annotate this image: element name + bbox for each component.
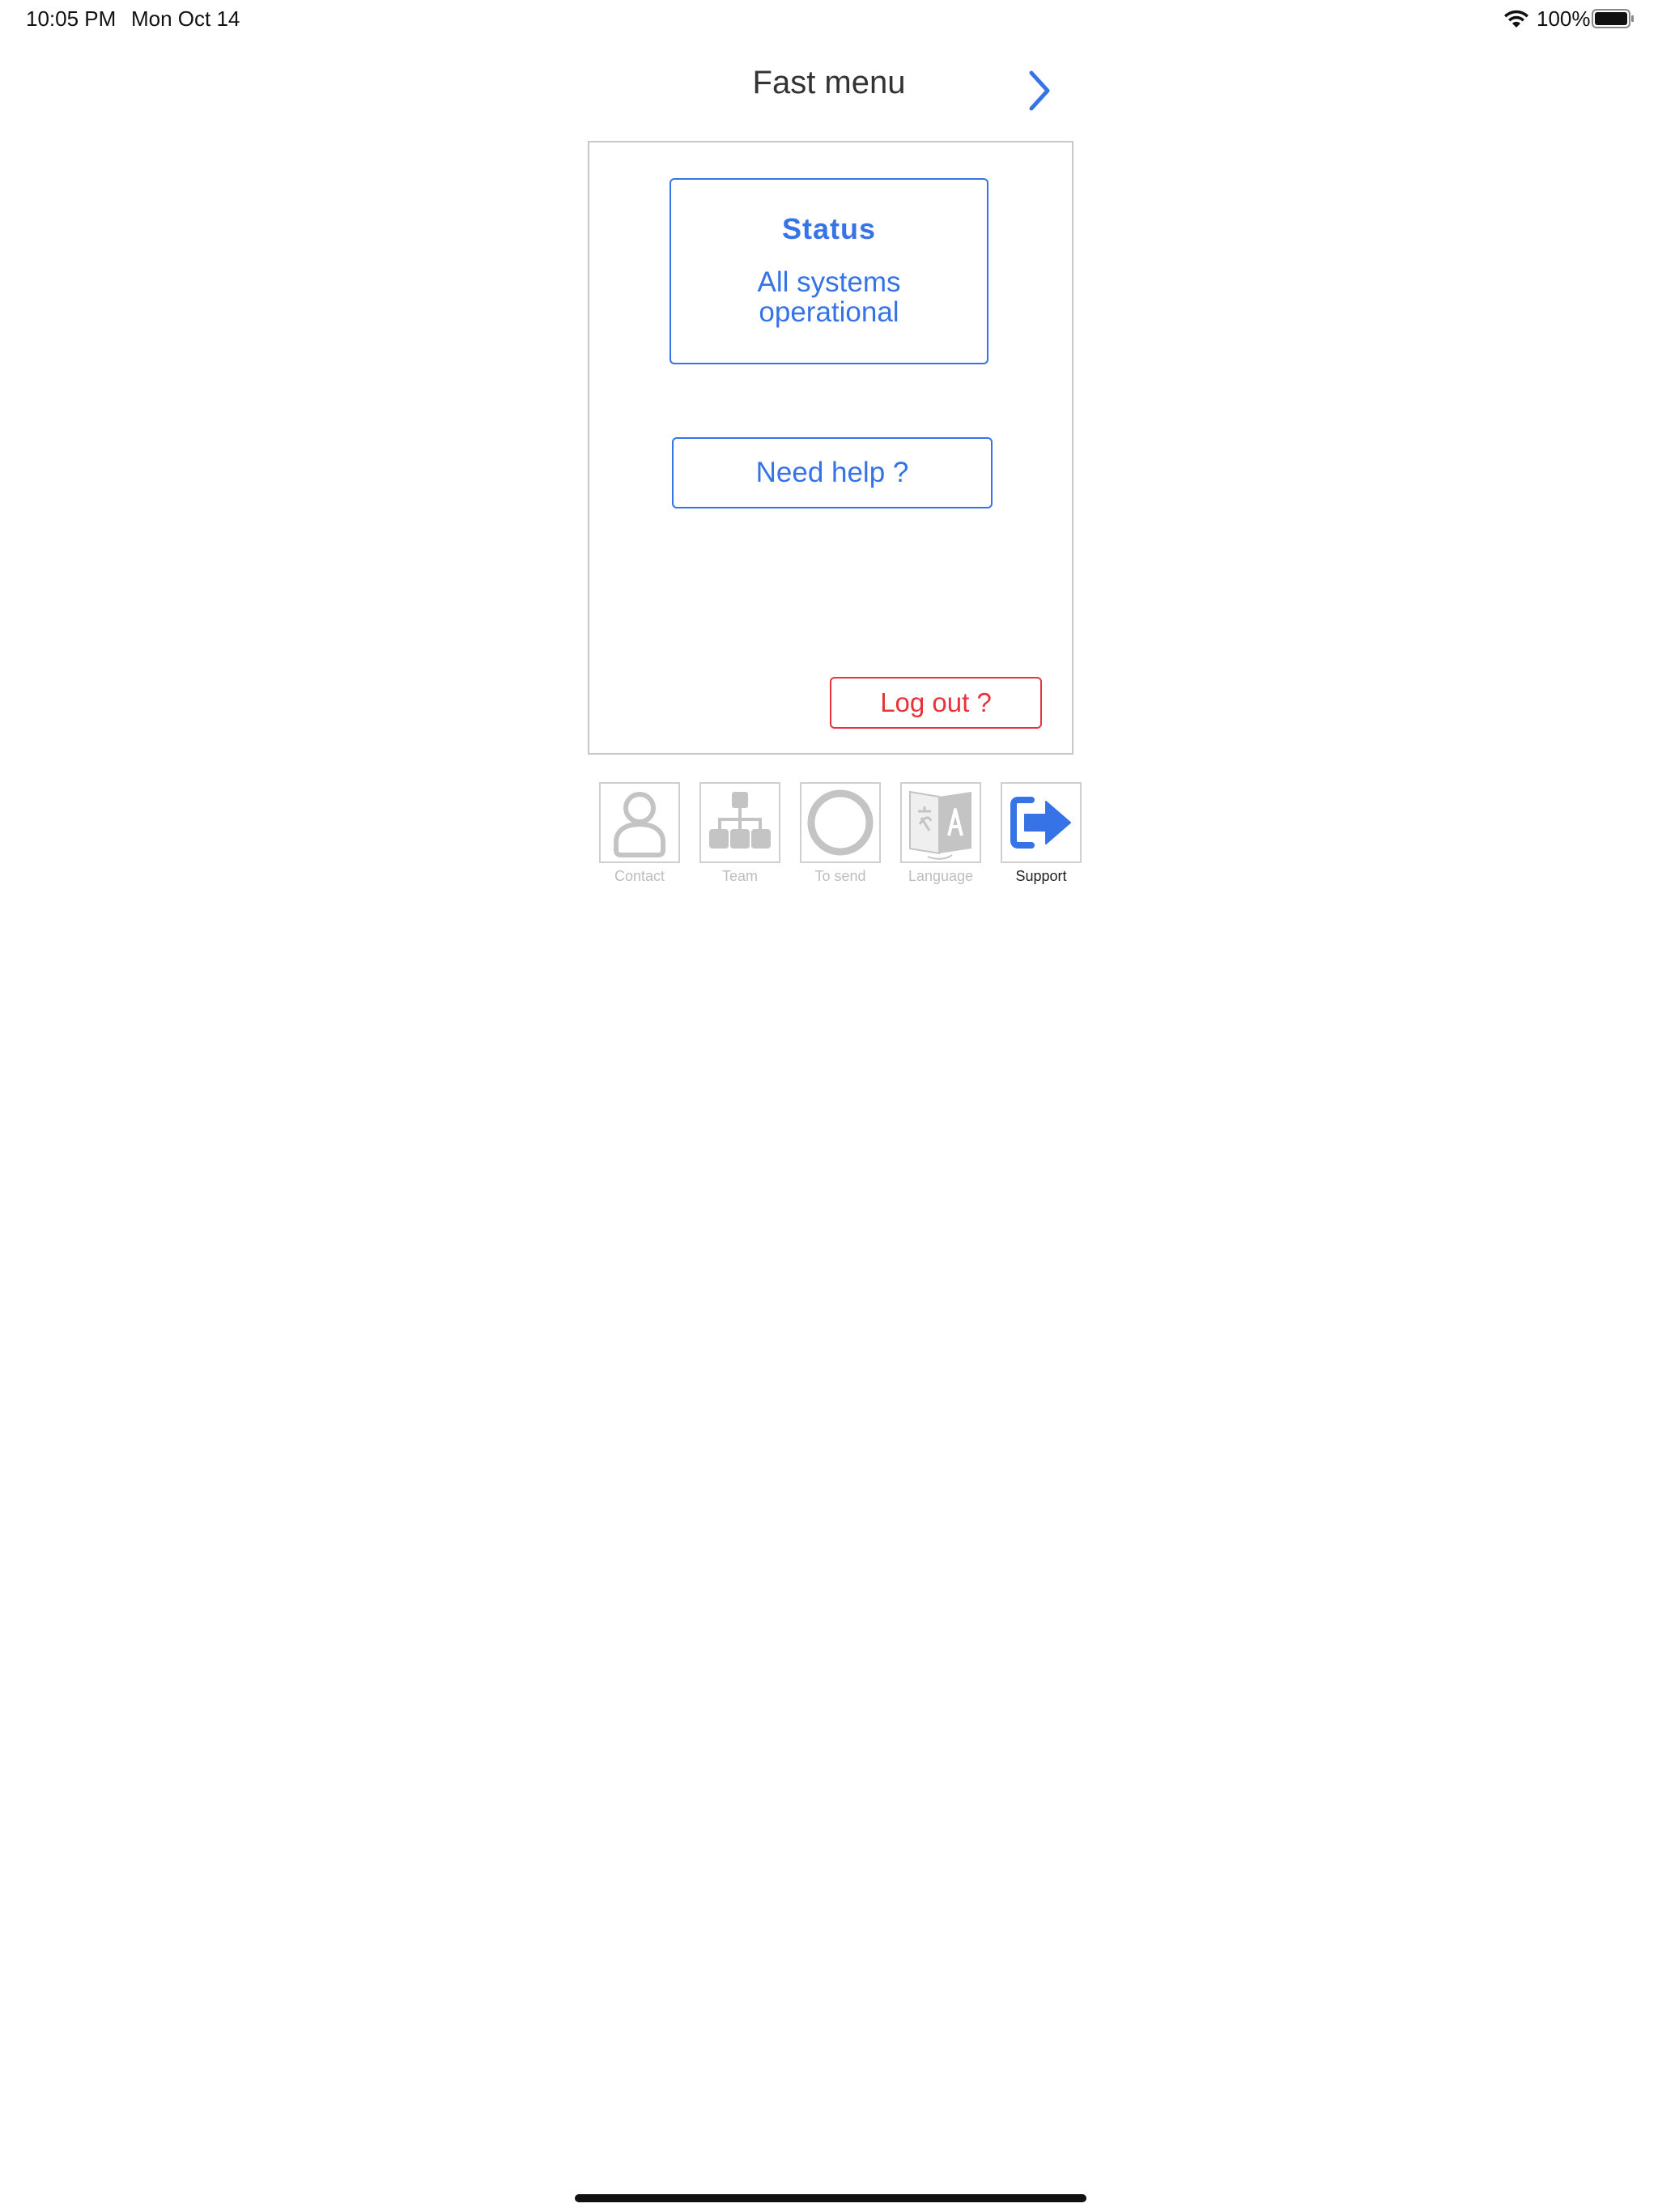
battery-icon xyxy=(1592,9,1634,28)
person-icon xyxy=(614,792,665,857)
tab-team-label: Team xyxy=(721,868,758,884)
status-time: 10:05 PM xyxy=(26,6,117,31)
tab-support-label: Support xyxy=(1015,868,1067,884)
tab-contact[interactable]: Contact xyxy=(589,782,690,887)
need-help-button[interactable]: Need help ? xyxy=(672,437,993,508)
log-out-button[interactable]: Log out ? xyxy=(830,677,1042,729)
tab-team-box xyxy=(699,782,780,863)
fast-menu-panel: Status All systems operational Need help… xyxy=(588,141,1073,755)
ring-icon xyxy=(807,789,874,856)
tab-contact-label: Contact xyxy=(614,868,665,884)
home-indicator[interactable] xyxy=(575,2194,1086,2202)
chevron-right-icon[interactable] xyxy=(1022,68,1054,113)
status-card[interactable]: Status All systems operational xyxy=(670,178,988,364)
status-bar: 10:05 PM Mon Oct 14 100% xyxy=(0,0,1658,39)
sign-out-arrow-icon xyxy=(1010,797,1071,849)
tab-contact-box xyxy=(599,782,680,863)
status-card-title: Status xyxy=(781,212,877,245)
tab-bar: Contact Team To send Language Support xyxy=(589,782,1082,887)
tab-support[interactable]: Support xyxy=(991,782,1091,887)
tab-to-send-box xyxy=(800,782,881,863)
tab-to-send-label: To send xyxy=(814,868,866,884)
battery-percent: 100% xyxy=(1537,6,1591,31)
tab-to-send[interactable]: To send xyxy=(790,782,891,887)
tab-language[interactable]: Language xyxy=(891,782,991,887)
translate-icon xyxy=(909,790,971,860)
tab-language-label: Language xyxy=(908,868,974,884)
page-title: Fast menu xyxy=(752,65,906,100)
status-card-text: All systems operational xyxy=(757,266,901,328)
tab-team[interactable]: Team xyxy=(690,782,790,887)
tab-language-box xyxy=(900,782,981,863)
wifi-icon xyxy=(1504,10,1528,28)
org-chart-icon xyxy=(709,792,771,849)
status-date: Mon Oct 14 xyxy=(131,6,240,31)
tab-support-box xyxy=(1001,782,1082,863)
